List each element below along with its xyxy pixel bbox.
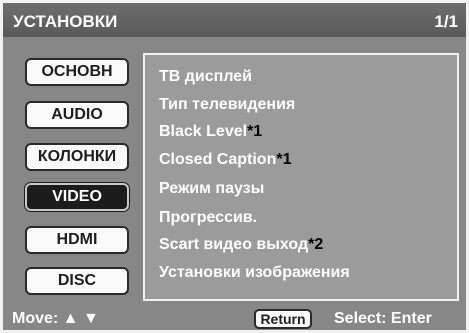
setting-item-closed-caption[interactable]: Closed Caption*1 <box>159 151 291 169</box>
footer-bar: Move: ▲ ▼ Return Select: Enter <box>3 304 466 330</box>
return-button[interactable]: Return <box>254 309 312 329</box>
setting-item-pause-mode[interactable]: Режим паузы <box>159 180 264 198</box>
menu-button-osnovn[interactable]: ОСНОВН <box>25 58 129 86</box>
setting-footnote: *2 <box>308 236 324 253</box>
setting-label: ТВ дисплей <box>159 68 253 85</box>
menu-button-audio[interactable]: AUDIO <box>25 101 129 129</box>
page-indicator: 1/1 <box>434 12 458 31</box>
setting-item-tv-display[interactable]: ТВ дисплей <box>159 68 252 86</box>
settings-list-panel: ТВ дисплей Тип телевидения Black Level*1… <box>143 53 459 301</box>
menu-button-disc[interactable]: DISC <box>25 267 129 295</box>
setting-item-progressive[interactable]: Прогрессив. <box>159 209 257 227</box>
menu-button-kolonki[interactable]: КОЛОНКИ <box>25 143 129 171</box>
setting-item-scart-video-out[interactable]: Scart видео выход*2 <box>159 236 323 254</box>
move-hint: Move: ▲ ▼ <box>12 310 99 327</box>
setting-label: Тип телевидения <box>159 96 296 113</box>
title-bar: УСТАНОВКИ 1/1 <box>3 3 466 37</box>
setting-label: Black Level <box>159 123 248 140</box>
setting-item-picture-settings[interactable]: Установки изображения <box>159 264 350 282</box>
screen-title: УСТАНОВКИ <box>13 12 118 31</box>
setting-footnote: *1 <box>276 151 292 168</box>
setting-item-tv-type[interactable]: Тип телевидения <box>159 96 295 114</box>
setting-label: Closed Caption <box>159 151 277 168</box>
menu-button-video[interactable]: VIDEO <box>25 183 129 211</box>
setting-label: Установки изображения <box>159 264 350 281</box>
setup-screen: УСТАНОВКИ 1/1 ОСНОВН AUDIO КОЛОНКИ VIDEO… <box>0 0 469 333</box>
setting-label: Прогрессив. <box>159 209 258 226</box>
setting-item-black-level[interactable]: Black Level*1 <box>159 123 262 141</box>
setting-footnote: *1 <box>247 123 263 140</box>
menu-button-hdmi[interactable]: HDMI <box>25 226 129 254</box>
setting-label: Scart видео выход <box>159 236 309 253</box>
setting-label: Режим паузы <box>159 180 265 197</box>
select-hint: Select: Enter <box>334 310 432 327</box>
